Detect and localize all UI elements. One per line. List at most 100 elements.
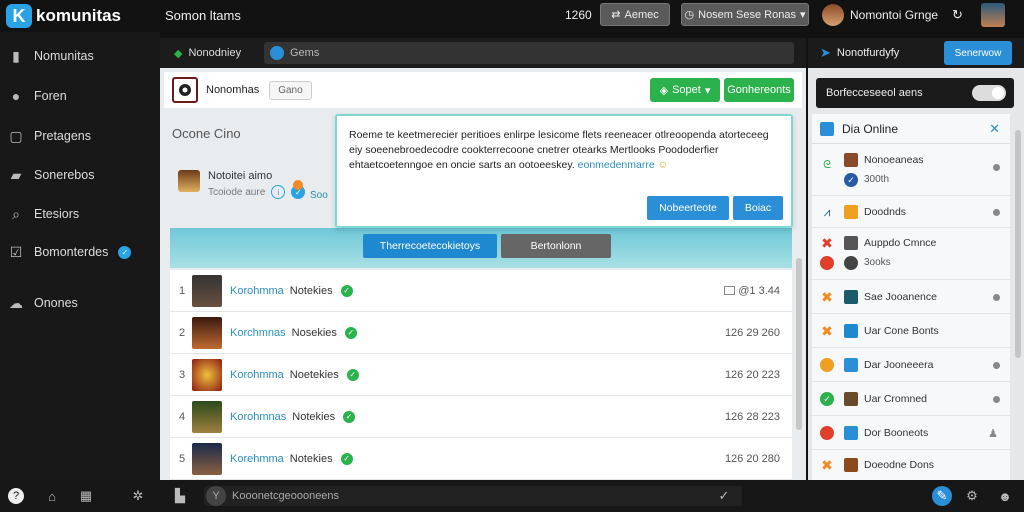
section-title: Ocone Cino [172, 126, 241, 141]
secondary-button[interactable]: Gonhereonts [724, 78, 794, 102]
badge-icon [844, 256, 858, 270]
popup-text: Roeme te keetmerecier peritioes enlirpe … [349, 129, 769, 171]
avatar [844, 290, 858, 304]
gear-icon[interactable]: ⚙ [964, 488, 980, 504]
friend-sub: 300th [864, 174, 890, 185]
sidebar-item-nomunitas[interactable]: ▮ Nomunitas [8, 48, 94, 64]
sidebar-item-foren[interactable]: ● Foren [8, 88, 67, 104]
table-row[interactable]: 5 Korehmma Notekies ✓ 126 20 280 [170, 438, 792, 480]
sidebar-item-pretagens[interactable]: ▢ Pretagens [8, 128, 91, 144]
list-item[interactable]: ✖ Doeodne Dons [812, 450, 1010, 480]
cross-icon: ✖ [821, 234, 833, 251]
host-info[interactable]: Notoitei aimo Tcoiode aure i ✓ [178, 170, 306, 199]
table-row[interactable]: 1 Korohmma Notekies ✓ @1 3.44 [170, 270, 792, 312]
list-item[interactable]: ᘓ Nonoeaneas 300th ✓ [812, 144, 1010, 196]
avatar [822, 4, 844, 26]
popup-secondary-button[interactable]: Boiac [733, 196, 783, 220]
friend-name: Doodnds [864, 206, 907, 218]
member-tag: Notekies [289, 452, 333, 465]
right-panel: ➤ Nonotfurdyfy Senerwow Borfecceseeol ae… [808, 38, 1024, 480]
friend-sub: 3ooks [864, 257, 891, 268]
list-item[interactable]: Dar Jooneeera [812, 348, 1010, 382]
list-item[interactable]: ✓ Uar Cromned [812, 382, 1010, 416]
list-item[interactable]: ✖ Uar Cone Bonts [812, 314, 1010, 348]
right-header-button[interactable]: Senerwow [944, 41, 1012, 65]
check-icon: ✓ [344, 326, 357, 339]
toggle-icon: ⇄ [611, 9, 621, 21]
main-content: ◆ Nonodniey Gems Nonomhas Gano ◈ Sopet ▾ Go… [160, 38, 806, 480]
smile-icon: ☺ [657, 159, 669, 171]
host-subtitle: Tcoiode aure i ✓ [208, 185, 306, 199]
avatar [192, 316, 222, 349]
sidebar-item-sonerebos[interactable]: ▰ Sonerebos [8, 167, 95, 183]
toggle-switch[interactable] [972, 85, 1006, 101]
status-dot-icon [993, 164, 1000, 171]
clock-icon: ◷ [684, 9, 695, 21]
stat-icon [724, 286, 736, 295]
popup-link[interactable]: eonmedenmarre [578, 159, 655, 171]
checkbox-icon: ☑ [9, 243, 23, 260]
avatar [844, 236, 858, 250]
app-name: komunitas [36, 6, 122, 25]
member-stat: 126 29 260 [724, 326, 780, 339]
status-icon [820, 426, 834, 440]
scrollbar[interactable] [1015, 130, 1021, 358]
bag-icon[interactable]: ▙ [172, 488, 188, 504]
list-item[interactable]: ✖ Sae Jooanence [812, 280, 1010, 314]
table-row[interactable]: 4 Korohmnas Notekies ✓ 126 28 223 [170, 396, 792, 438]
breadcrumb[interactable]: ◆ Nonodniey [160, 47, 260, 60]
table-row[interactable]: 2 Korchmnas Nosekies ✓ 126 29 260 [170, 312, 792, 354]
person-icon: ♟ [988, 427, 998, 440]
status-count: 1260 [565, 8, 592, 22]
send-icon[interactable]: ✓ [716, 488, 732, 504]
tools-icon[interactable]: ✎ [932, 486, 952, 506]
toggle-knob [992, 87, 1004, 99]
member-name[interactable]: Korchmnas [230, 327, 286, 339]
scrollbar[interactable] [796, 258, 802, 430]
top-button-2[interactable]: ◷ Nosem Sese Ronas ▾ [681, 3, 809, 26]
table-row[interactable]: 3 Korohmma Noetekies ✓ 126 20 223 [170, 354, 792, 396]
popup-primary-button[interactable]: Nobeerteote [647, 196, 729, 220]
avatar [844, 426, 858, 440]
circle-icon: ● [11, 88, 21, 104]
sidebar-item-bomonterdes[interactable]: ☑ Bomonterdes ✓ [8, 243, 132, 260]
user-menu[interactable]: Nomontoi Grnge ↻ [822, 3, 1005, 27]
member-tag: Noetekies [289, 368, 339, 381]
bottom-bar: ? ⌂ ▦ ✲ ▙ Kooonetcgeoooneens Y ✓ ✎ ⚙ ☻ [0, 480, 1024, 512]
primary-action-button[interactable]: Therrecoetecokietoys [363, 234, 497, 258]
close-icon[interactable]: ✕ [989, 121, 1000, 137]
sidebar-item-onones[interactable]: ☁ Onones [8, 295, 78, 311]
grid-icon[interactable]: ▦ [78, 488, 94, 504]
list-item[interactable]: ⩘ Doodnds [812, 196, 1010, 228]
member-name[interactable]: Korohmnas [230, 411, 286, 423]
list-item[interactable]: ✖ Auppdo Cmnce 3ooks [812, 228, 1010, 280]
member-name[interactable]: Korohmma [230, 285, 284, 297]
secondary-action-button[interactable]: Bertonlonn [501, 234, 611, 258]
right-header: ➤ Nonotfurdyfy Senerwow [808, 38, 1024, 68]
member-name[interactable]: Korohmma [230, 369, 284, 381]
host-score: Soo [310, 190, 328, 201]
app-logo[interactable]: K komunitas [6, 4, 121, 28]
group-tag[interactable]: Gano [269, 80, 312, 100]
sidebar-item-etesiors[interactable]: ⌕ Etesiors [8, 206, 79, 222]
cross-icon: ✖ [821, 322, 833, 339]
chat-input[interactable]: Kooonetcgeoooneens [204, 486, 742, 506]
user-icon[interactable]: ☻ [996, 488, 1014, 504]
status-icon: ✓ [820, 392, 834, 406]
avatar [844, 358, 858, 372]
help-icon[interactable]: ? [8, 488, 24, 504]
friend-name: Dor Booneots [864, 427, 929, 439]
list-item[interactable]: Dor Booneots ♟ [812, 416, 1010, 450]
profile-avatar[interactable] [980, 3, 1005, 27]
sub-header: ◆ Nonodniey Gems [160, 38, 806, 68]
refresh-icon[interactable]: ↻ [952, 7, 963, 23]
search-input[interactable]: Gems [264, 42, 794, 64]
member-name[interactable]: Korehmma [230, 453, 284, 465]
home-icon[interactable]: ⌂ [44, 488, 60, 504]
group-icon: ᘓ [823, 158, 831, 171]
top-button-1[interactable]: ⇄ Aemec [600, 3, 670, 26]
status-dot-icon [993, 396, 1000, 403]
status-dot-icon [993, 294, 1000, 301]
settings-icon[interactable]: ✲ [130, 488, 146, 504]
subscribe-button[interactable]: ◈ Sopet ▾ [650, 78, 720, 102]
